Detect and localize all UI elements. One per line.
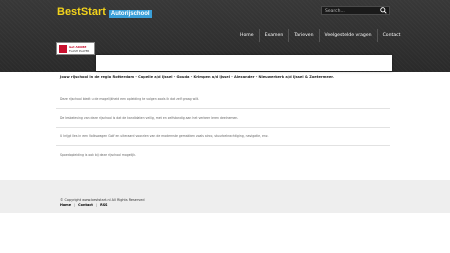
flash-icon	[59, 45, 67, 53]
paragraph: De lesbeleving van deze rijschool is dat…	[60, 116, 239, 120]
footer-separator: |	[74, 203, 76, 207]
nav-veelgestelde-vragen[interactable]: Veelgestelde vragen	[318, 29, 377, 42]
flash-badge-line2: FLASH PLAYER	[69, 49, 90, 53]
nav-tarieven[interactable]: Tarieven	[288, 29, 318, 42]
footer-band	[0, 180, 450, 213]
logo-sub-text: Autorijschool	[108, 10, 152, 18]
intro-text: Jouw rijschool in de regio Rotterdam - C…	[60, 75, 334, 79]
logo-main-text: BestStart	[57, 6, 106, 18]
nav-home[interactable]: Home	[235, 29, 259, 42]
logo[interactable]: BestStart Autorijschool	[57, 6, 152, 18]
search-icon	[380, 7, 387, 14]
banner-area	[96, 55, 392, 71]
content-box: Deze rijschool biedt u de mogelijkheid e…	[56, 86, 392, 173]
paragraph: Deze rijschool biedt u de mogelijkheid e…	[60, 97, 200, 101]
divider	[56, 127, 390, 128]
paragraph: U krijgt lles in een Volkswagen Golf en …	[60, 134, 269, 138]
flash-player-badge[interactable]: Get ADOBE FLASH PLAYER	[56, 42, 95, 55]
copyright-text: © Copyright www.beststart.nl All Rights …	[60, 198, 145, 202]
nav-contact[interactable]: Contact	[376, 29, 406, 42]
nav-examen[interactable]: Examen	[258, 29, 289, 42]
footer-separator: |	[95, 203, 98, 207]
footer-link-home[interactable]: Home	[60, 203, 71, 207]
footer-links: Home | Contact | RSS	[60, 203, 107, 207]
footer-link-rss[interactable]: RSS	[100, 203, 107, 207]
divider	[56, 108, 390, 109]
search-button[interactable]	[377, 4, 390, 16]
main-nav: Home Examen Tarieven Veelgestelde vragen…	[235, 29, 405, 42]
paragraph: Spoedopleiding is ook bij deze rijschool…	[60, 153, 136, 157]
divider	[56, 145, 390, 146]
footer-link-contact[interactable]: Contact	[78, 203, 93, 207]
